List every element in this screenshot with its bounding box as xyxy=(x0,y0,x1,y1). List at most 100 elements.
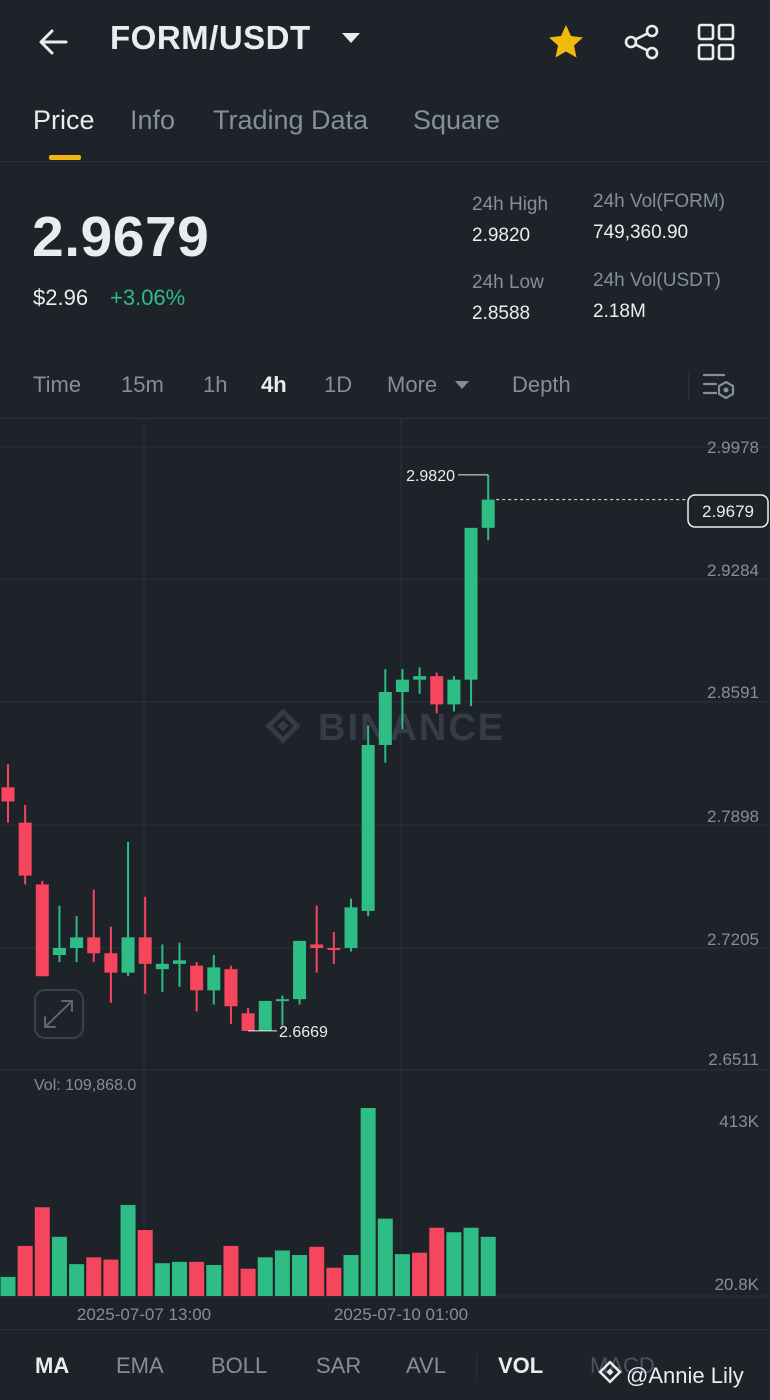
indicator-ma[interactable]: MA xyxy=(35,1353,69,1379)
candle-body xyxy=(138,937,152,964)
fiat-price: $2.96 xyxy=(33,285,89,310)
grid-icon[interactable] xyxy=(696,22,736,62)
chart-settings-icon[interactable] xyxy=(702,370,736,402)
candle-body xyxy=(104,953,118,973)
tab-square[interactable]: Square xyxy=(413,105,500,136)
volume-bar xyxy=(429,1227,445,1296)
volume-bar xyxy=(154,1263,170,1296)
vol-quote-label: 24h Vol(USDT) xyxy=(593,270,721,291)
candle-body xyxy=(173,960,186,964)
low-label: 24h Low xyxy=(472,272,544,293)
star-icon[interactable] xyxy=(546,22,586,62)
tf-separator xyxy=(688,372,689,400)
price-change-percent: +3.06% xyxy=(110,285,186,310)
price-tick: 2.9284 xyxy=(707,561,759,580)
volume-bar xyxy=(69,1264,85,1296)
more-caret-icon[interactable] xyxy=(455,381,469,389)
divider xyxy=(0,1329,770,1330)
indicator-vol[interactable]: VOL xyxy=(498,1353,543,1379)
candle-body xyxy=(190,965,204,991)
candle-body xyxy=(258,1000,272,1031)
candle-body xyxy=(18,822,32,876)
candle-body xyxy=(275,999,289,1002)
tf-4h[interactable]: 4h xyxy=(261,372,287,398)
volume-tick: 413K xyxy=(719,1112,759,1131)
last-price: 2.9679 xyxy=(32,205,210,269)
low-value: 2.8588 xyxy=(472,303,531,324)
candlestick-chart[interactable]: BINANCE 2.9978 2.9284 2.8591 2.7898 2.72… xyxy=(0,419,770,1329)
tab-price[interactable]: Price xyxy=(33,105,95,136)
candle-body xyxy=(70,937,84,948)
volume-bar xyxy=(360,1108,376,1296)
tf-15m[interactable]: 15m xyxy=(121,372,164,398)
price-tick: 2.8591 xyxy=(707,683,759,702)
volume-bar xyxy=(51,1236,67,1296)
volume-bar xyxy=(480,1236,496,1296)
volume-bar xyxy=(120,1204,136,1296)
volume-bar xyxy=(34,1207,50,1296)
tab-info[interactable]: Info xyxy=(130,105,175,136)
candle-body xyxy=(155,963,169,970)
share-icon[interactable] xyxy=(622,22,662,62)
indicator-ema[interactable]: EMA xyxy=(116,1353,164,1379)
candle-body xyxy=(464,527,478,680)
volume-bar xyxy=(343,1255,359,1296)
volume-bar xyxy=(377,1218,393,1296)
tf-1h[interactable]: 1h xyxy=(203,372,227,398)
high-label: 24h High xyxy=(472,194,549,215)
volume-bar xyxy=(137,1229,153,1296)
binance-logo-icon xyxy=(598,1360,622,1384)
volume-bar xyxy=(86,1257,102,1296)
credit-watermark: @Annie Lily xyxy=(626,1363,744,1388)
volume-bar xyxy=(206,1265,222,1296)
candle-body xyxy=(207,967,221,991)
volume-label: Vol: 109,868.0 xyxy=(34,1077,136,1094)
candle-body xyxy=(447,679,461,705)
volume-bar xyxy=(326,1267,342,1296)
volume-bar xyxy=(223,1245,239,1296)
tf-more[interactable]: More xyxy=(387,372,437,398)
candle-body xyxy=(327,947,341,950)
candle-body xyxy=(52,947,66,956)
caret-down-icon[interactable] xyxy=(342,33,360,43)
tf-1d[interactable]: 1D xyxy=(324,372,352,398)
active-tab-indicator xyxy=(49,155,81,160)
indicator-avl[interactable]: AVL xyxy=(406,1353,446,1379)
tf-time[interactable]: Time xyxy=(33,372,81,398)
volume-bar xyxy=(0,1276,16,1296)
tab-trading-data[interactable]: Trading Data xyxy=(213,105,368,136)
expand-icon[interactable] xyxy=(34,989,84,1039)
candle-body xyxy=(121,937,135,973)
divider xyxy=(0,161,770,162)
candle-body xyxy=(224,969,238,1007)
candle-body xyxy=(378,692,392,745)
volume-bar xyxy=(240,1268,256,1296)
candle-body xyxy=(1,787,15,802)
tf-depth[interactable]: Depth xyxy=(512,372,571,398)
candle-body xyxy=(241,1013,255,1031)
volume-bar xyxy=(17,1245,33,1296)
time-tick: 2025-07-07 13:00 xyxy=(77,1305,211,1324)
volume-bar xyxy=(463,1227,479,1296)
watermark-text: BINANCE xyxy=(318,707,505,749)
candle-body xyxy=(361,744,375,911)
candle-body xyxy=(35,884,49,977)
volume-bar xyxy=(292,1255,308,1296)
volume-bar xyxy=(412,1252,428,1296)
price-tick: 2.9978 xyxy=(707,438,759,457)
indicator-sar[interactable]: SAR xyxy=(316,1353,361,1379)
volume-bar xyxy=(172,1261,187,1296)
price-tick: 2.7898 xyxy=(707,807,759,826)
high-value: 2.9820 xyxy=(472,225,531,246)
pair-title[interactable]: FORM/USDT xyxy=(110,19,311,57)
vol-base-value: 749,360.90 xyxy=(593,222,689,243)
binance-logo-icon xyxy=(265,708,301,744)
min-price-marker: 2.6669 xyxy=(279,1024,328,1041)
candle-body xyxy=(430,676,444,705)
volume-tick: 20.8K xyxy=(715,1275,760,1294)
candle-body xyxy=(395,679,409,693)
indicator-boll[interactable]: BOLL xyxy=(211,1353,267,1379)
back-arrow-icon[interactable] xyxy=(34,22,74,62)
volume-bar xyxy=(446,1232,462,1296)
vol-base-label: 24h Vol(FORM) xyxy=(593,191,725,212)
